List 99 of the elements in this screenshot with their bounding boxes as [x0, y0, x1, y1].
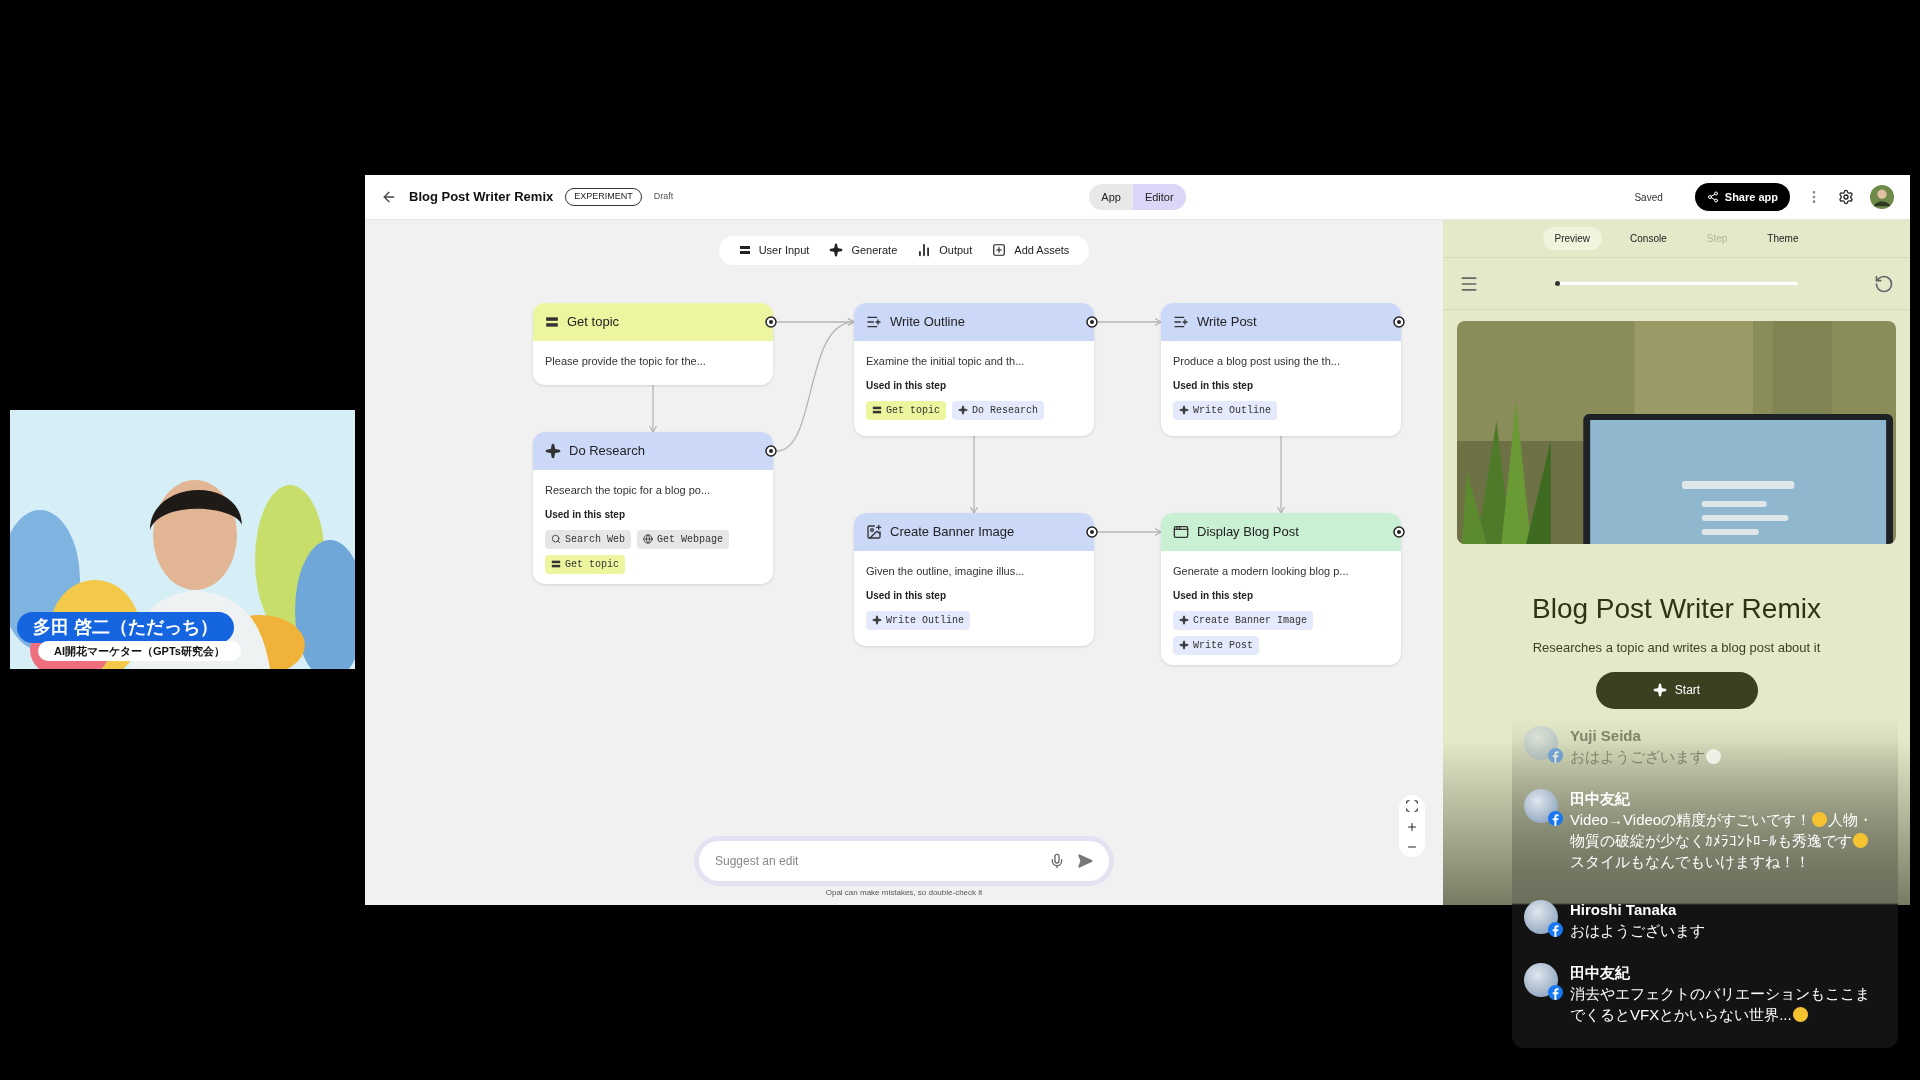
port-icon[interactable]: [1393, 316, 1405, 328]
social-badge-icon: [1548, 748, 1563, 763]
node-description: Generate a modern looking blog p...: [1173, 564, 1350, 579]
node-description: Given the outline, imagine illus...: [866, 564, 1026, 579]
node-title: Write Post: [1197, 313, 1257, 332]
draft-status: Draft: [653, 190, 674, 204]
sparkle-icon: [545, 443, 561, 459]
node-title: Get topic: [567, 313, 620, 332]
connector: [1097, 527, 1163, 537]
node-title: Do Research: [569, 442, 645, 461]
sparkle-icon: [1179, 615, 1189, 625]
sparkle-icon: [958, 405, 968, 415]
avatar[interactable]: [1870, 185, 1894, 209]
step-chip[interactable]: Get topic: [866, 400, 946, 420]
send-icon[interactable]: [1077, 853, 1093, 869]
back-icon[interactable]: [381, 189, 397, 205]
bars-icon: [551, 559, 561, 569]
suggest-field[interactable]: Suggest an edit: [699, 841, 1109, 881]
window-icon: [1173, 524, 1189, 540]
start-button[interactable]: Start: [1595, 671, 1758, 709]
port-icon[interactable]: [1393, 526, 1405, 538]
step-chip[interactable]: Search Web: [545, 529, 631, 549]
chart-icon: [917, 243, 932, 258]
panel-tab[interactable]: Preview: [1542, 227, 1603, 250]
used-label: Used in this step: [545, 507, 626, 522]
node-description: Examine the initial topic and th...: [866, 354, 1026, 369]
image-plus-icon: [866, 524, 882, 540]
node-description: Please provide the topic for the...: [545, 354, 707, 369]
toolbar-button[interactable]: Generate: [821, 242, 906, 259]
used-label: Used in this step: [866, 588, 947, 603]
node-description: Produce a blog post using the th...: [1173, 354, 1341, 369]
connector: [648, 384, 658, 434]
mode-tab[interactable]: App: [1089, 183, 1133, 211]
app-title: Blog Post Writer Remix: [409, 188, 554, 207]
step-chip[interactable]: Get Webpage: [637, 529, 730, 549]
chat-message: 消去やエフェクトのバリエーションもここまでくるとVFXとかいらない世界...: [1570, 984, 1871, 1025]
bars-icon: [872, 405, 882, 415]
chat-message: Video→Videoの精度がすごいです！ 人物・物質の破綻が少なくｶﾒﾗｺﾝﾄﾛｰﾙも秀逸です スタイルもなんでもいけますね！！: [1570, 810, 1875, 872]
list-plus-icon: [866, 314, 882, 330]
speaker-name: 多田 啓二（ただっち）: [17, 612, 234, 643]
share-button[interactable]: Share app: [1694, 182, 1790, 212]
sparkle-icon: [872, 615, 882, 625]
list-plus-icon: [1173, 314, 1189, 330]
chat-author: Hiroshi Tanaka: [1570, 900, 1678, 920]
chat-author: Yuji Seida: [1570, 726, 1642, 746]
globe-icon: [643, 534, 653, 544]
step-chip[interactable]: Write Outline: [866, 610, 970, 630]
disclaimer: Opal can make mistakes, so double-check it: [825, 887, 983, 899]
chat-author: 田中友紀: [1570, 963, 1631, 983]
social-badge-icon: [1548, 811, 1563, 826]
port-icon[interactable]: [1086, 316, 1098, 328]
chat-message: おはようございます: [1570, 921, 1706, 941]
emoji-icon: [1812, 812, 1828, 827]
step-chip[interactable]: Get topic: [545, 554, 625, 574]
preview-description: Researches a topic and writes a blog post about it: [1532, 639, 1821, 657]
sparkle-icon: [1652, 683, 1667, 697]
mode-tab[interactable]: Editor: [1132, 183, 1186, 211]
used-label: Used in this step: [866, 378, 947, 393]
panel-tab[interactable]: Console: [1618, 227, 1679, 250]
emoji-icon: [1792, 1007, 1808, 1022]
fit-view-icon[interactable]: [1405, 799, 1419, 813]
panel-tab[interactable]: Theme: [1755, 227, 1811, 250]
square-plus-icon: [992, 243, 1007, 258]
port-icon[interactable]: [765, 445, 777, 457]
connector: [1097, 317, 1163, 327]
social-badge-icon: [1548, 922, 1563, 937]
node-title: Write Outline: [890, 313, 965, 332]
chat-message: おはようございます: [1570, 746, 1880, 767]
bars-icon: [738, 244, 751, 257]
chat-author: 田中友紀: [1570, 789, 1631, 809]
port-icon[interactable]: [765, 316, 777, 328]
used-label: Used in this step: [1173, 378, 1254, 393]
sparkle-icon: [1179, 405, 1189, 415]
emoji-icon: [1853, 833, 1868, 848]
zoom-in-icon[interactable]: [1406, 821, 1418, 833]
restart-icon[interactable]: [1874, 273, 1894, 294]
node-title: Create Banner Image: [890, 523, 1015, 542]
sparkle-icon: [1179, 640, 1189, 650]
step-chip[interactable]: Create Banner Image: [1173, 610, 1314, 630]
settings-icon[interactable]: [1838, 189, 1854, 205]
sparkle-icon: [829, 243, 844, 258]
step-chip[interactable]: Do Research: [952, 400, 1045, 420]
preview-title: Blog Post Writer Remix: [1532, 592, 1821, 626]
emoji-icon: [1706, 749, 1721, 764]
bars-icon: [545, 315, 559, 329]
toolbar-button[interactable]: Add Assets: [984, 242, 1078, 259]
save-status: Saved: [1634, 190, 1663, 205]
mic-icon[interactable]: [1049, 853, 1065, 869]
toolbar-button[interactable]: Output: [909, 242, 981, 259]
node-description: Research the topic for a blog po...: [545, 483, 712, 498]
search-icon: [551, 534, 561, 544]
share-icon: [1706, 191, 1719, 203]
step-chip[interactable]: Write Post: [1173, 635, 1259, 655]
step-chip[interactable]: Write Outline: [1173, 400, 1277, 420]
port-icon[interactable]: [1086, 526, 1098, 538]
node-title: Display Blog Post: [1197, 523, 1299, 542]
used-label: Used in this step: [1173, 588, 1254, 603]
toolbar-button[interactable]: User Input: [730, 242, 818, 259]
social-badge-icon: [1548, 985, 1563, 1000]
